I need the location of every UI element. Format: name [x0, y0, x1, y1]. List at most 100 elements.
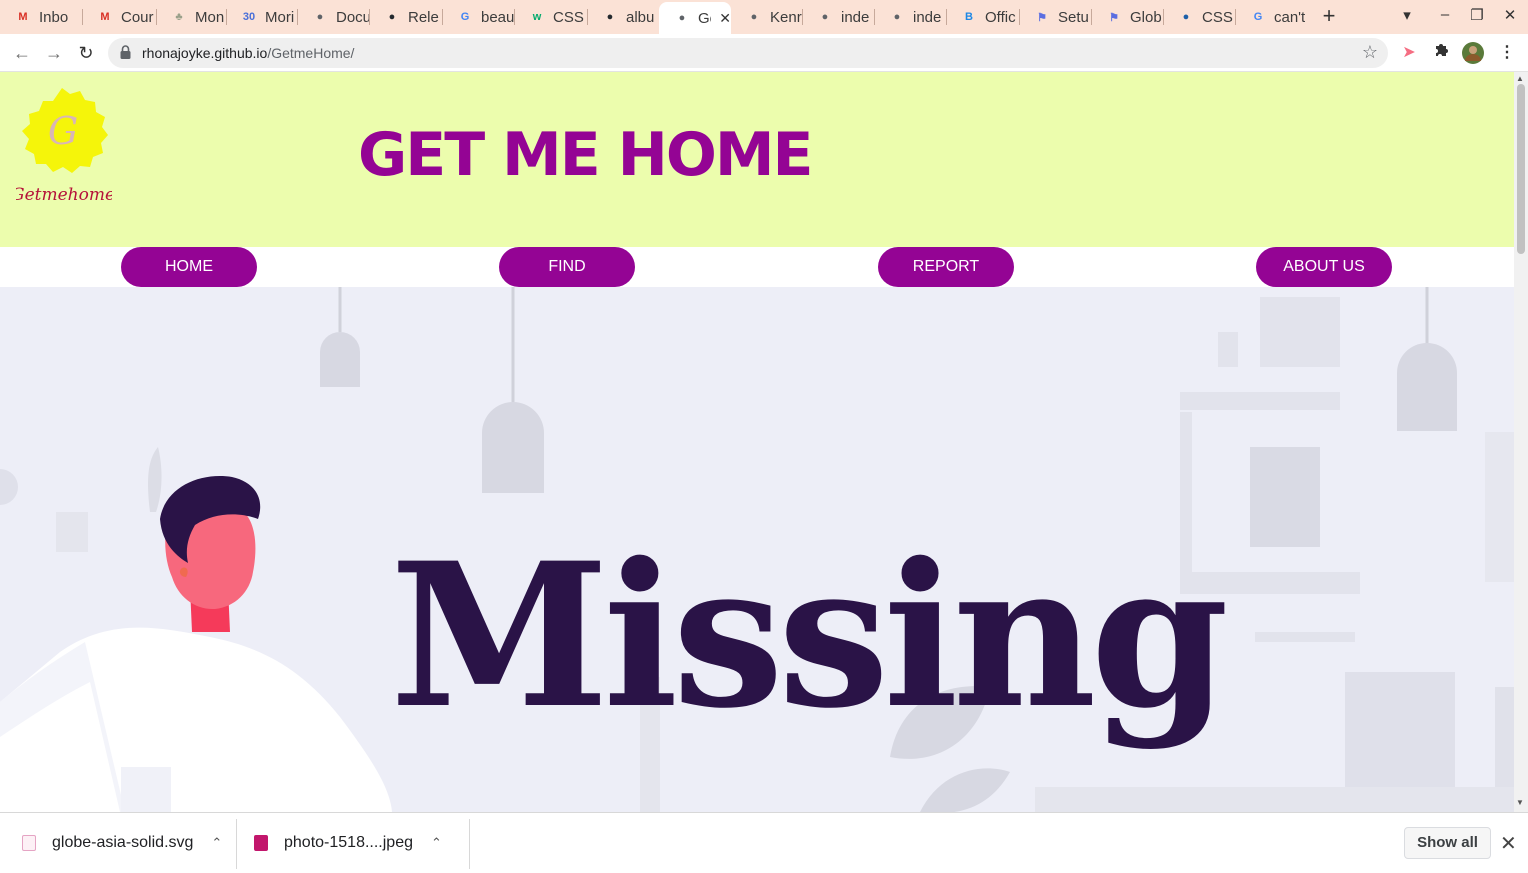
- nav-find-button[interactable]: FIND: [499, 247, 635, 287]
- github-icon: ●: [388, 11, 396, 23]
- tab-title: Cour: [121, 8, 154, 26]
- globe-icon: ●: [316, 11, 324, 23]
- download-item[interactable]: globe-asia-solid.svg ⌃: [22, 813, 222, 873]
- tab-close-icon[interactable]: ✕: [719, 10, 731, 27]
- tab-strip: M Inbo M Cour ♣ Mon 30 Mori ● Docu ● Rele Gbeau w CSS …: [0, 0, 1528, 34]
- tab-separator: [156, 9, 157, 25]
- tab-title: Inbo: [39, 8, 69, 26]
- scroll-up-arrow-icon[interactable]: ▲: [1516, 74, 1524, 83]
- lock-icon: [120, 45, 131, 59]
- tab-title: Rele: [408, 8, 439, 26]
- tab-separator: [874, 9, 875, 25]
- tab-title: Offic: [985, 8, 1016, 26]
- tab-separator: [226, 9, 227, 25]
- calendar-icon: 30: [242, 11, 256, 23]
- tab-separator: [587, 9, 588, 25]
- reload-icon[interactable]: ↻: [74, 41, 98, 65]
- scrollbar-thumb[interactable]: [1517, 84, 1525, 254]
- tab-separator: [82, 9, 83, 25]
- download-bar-close-icon[interactable]: ✕: [1500, 831, 1517, 856]
- image-file-icon: [254, 835, 268, 851]
- tab-separator: [369, 9, 370, 25]
- browser-tab[interactable]: ♣ Mon: [156, 4, 226, 30]
- browser-tab[interactable]: ⚑ Setu: [1019, 4, 1091, 30]
- edge-icon: ●: [1182, 11, 1190, 23]
- globe-icon: ●: [678, 12, 686, 24]
- tab-title: Setu: [1058, 8, 1089, 26]
- browser-tab[interactable]: ● Ge ✕: [659, 2, 731, 34]
- extension-cast-icon[interactable]: ➤: [1398, 42, 1420, 64]
- browser-tab[interactable]: Gcan't: [1235, 4, 1307, 30]
- tab-separator: [946, 9, 947, 25]
- show-all-button[interactable]: Show all: [1404, 827, 1491, 859]
- browser-tab[interactable]: 30 Mori: [226, 4, 297, 30]
- hero-missing-text: Missing: [390, 519, 1225, 752]
- restore-icon[interactable]: ❐: [1466, 6, 1488, 28]
- browser-tab[interactable]: ● Docu: [297, 4, 369, 30]
- browser-tab[interactable]: ⚑ Glob: [1091, 4, 1163, 30]
- download-bar: globe-asia-solid.svg ⌃ photo-1518....jpe…: [0, 812, 1528, 873]
- tab-title: inde: [841, 8, 870, 26]
- browser-toolbar: ← → ↻ rhonajoyke.github.io/GetmeHome/ ☆ …: [0, 34, 1528, 72]
- minimize-icon[interactable]: –: [1434, 6, 1456, 28]
- tab-title: CSS (: [553, 8, 587, 26]
- flag-icon: ⚑: [1037, 11, 1047, 24]
- tab-title: Mon: [195, 8, 225, 26]
- tab-separator: [1235, 9, 1236, 25]
- tab-title: CSS (: [1202, 8, 1235, 26]
- globe-icon: ●: [821, 11, 829, 23]
- chevron-up-icon[interactable]: ⌃: [211, 835, 222, 851]
- page-scrollbar[interactable]: ▲ ▼: [1514, 72, 1528, 812]
- gmail-icon: M: [100, 11, 110, 23]
- browser-tab[interactable]: ● inde: [874, 4, 946, 30]
- browser-tab[interactable]: ● CSS (: [1163, 4, 1235, 30]
- bootstrap-icon: B: [965, 11, 973, 23]
- address-bar[interactable]: rhonajoyke.github.io/GetmeHome/ ☆: [108, 38, 1388, 68]
- tab-separator: [1019, 9, 1020, 25]
- nav-report-button[interactable]: REPORT: [878, 247, 1014, 287]
- site-header: G Getmehome GET ME HOME: [0, 72, 1514, 247]
- browser-tab[interactable]: ● Kenr: [731, 4, 802, 30]
- scroll-down-arrow-icon[interactable]: ▼: [1516, 798, 1524, 807]
- site-title: GET ME HOME: [358, 120, 814, 190]
- logo-letter: G: [48, 109, 78, 153]
- tab-title: Kenr: [770, 8, 802, 26]
- tab-title: Glob: [1130, 8, 1162, 26]
- url-text: rhonajoyke.github.io/GetmeHome/: [142, 45, 354, 61]
- site-nav: HOME FIND REPORT ABOUT US: [0, 247, 1514, 287]
- download-item[interactable]: photo-1518....jpeg ⌃: [254, 813, 442, 873]
- tab-title: Docu: [336, 8, 369, 26]
- profile-avatar[interactable]: [1462, 42, 1484, 64]
- nav-home-button[interactable]: HOME: [121, 247, 257, 287]
- forward-arrow-icon[interactable]: →: [42, 41, 66, 65]
- browser-tab[interactable]: ● Rele: [369, 4, 442, 30]
- tab-title: Mori: [265, 8, 295, 26]
- new-tab-button[interactable]: +: [1318, 5, 1340, 28]
- github-icon: ●: [606, 11, 614, 23]
- window-close-icon[interactable]: ✕: [1499, 6, 1521, 28]
- bookmark-star-icon[interactable]: ☆: [1362, 42, 1378, 63]
- page-viewport: G Getmehome GET ME HOME HOME FIND REPORT…: [0, 72, 1514, 812]
- tab-separator: [514, 9, 515, 25]
- back-arrow-icon[interactable]: ←: [10, 41, 34, 65]
- tab-title: beau: [481, 8, 514, 26]
- chevron-up-icon[interactable]: ⌃: [431, 835, 442, 851]
- puzzle-extensions-icon[interactable]: [1430, 42, 1452, 64]
- browser-tab[interactable]: ● albu: [587, 4, 659, 30]
- w3schools-icon: w: [532, 11, 542, 23]
- browser-tab[interactable]: ● inde: [802, 4, 874, 30]
- tree-icon: ♣: [175, 11, 183, 23]
- browser-tab[interactable]: M Inbo: [0, 4, 82, 30]
- svg-file-icon: [22, 835, 36, 851]
- browser-tab[interactable]: w CSS (: [514, 4, 587, 30]
- browser-tab[interactable]: Gbeau: [442, 4, 514, 30]
- browser-tab[interactable]: B Offic: [946, 4, 1019, 30]
- site-logo[interactable]: G Getmehome: [16, 86, 112, 208]
- gmail-icon: M: [18, 11, 28, 23]
- nav-about-us-button[interactable]: ABOUT US: [1256, 247, 1392, 287]
- tab-search-icon[interactable]: ▾: [1396, 6, 1418, 28]
- menu-kebab-icon[interactable]: ⋮: [1496, 42, 1518, 64]
- browser-tab[interactable]: M Cour: [82, 4, 156, 30]
- globe-icon: ●: [893, 11, 901, 23]
- google-icon: G: [1253, 11, 1263, 23]
